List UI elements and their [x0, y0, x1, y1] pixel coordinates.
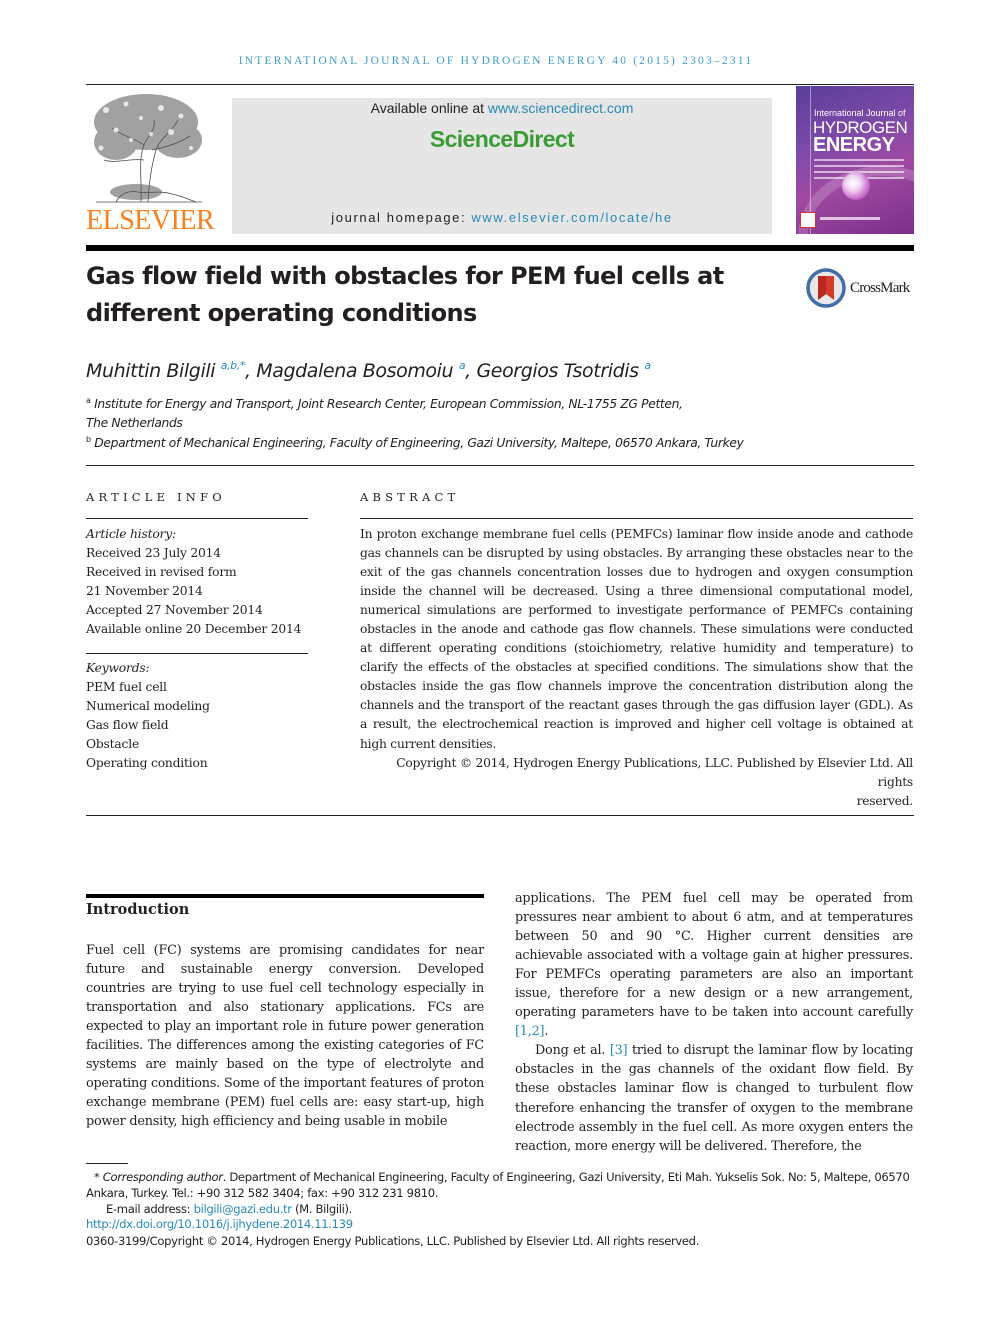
keyword[interactable]: Gas flow field — [86, 716, 308, 735]
sciencedirect-link[interactable]: www.sciencedirect.com — [488, 100, 634, 116]
article-info-rule — [86, 518, 308, 519]
doi-note: http://dx.doi.org/10.1016/j.ijhydene.201… — [86, 1216, 914, 1232]
keyword[interactable]: Obstacle — [86, 735, 308, 754]
header-rule — [86, 245, 914, 251]
article-history-label: Article history: — [86, 527, 176, 541]
top-rule — [86, 84, 914, 85]
corresponding-author-note: * Corresponding author. Department of Me… — [86, 1170, 910, 1200]
cover-sciencedirect-mark — [820, 217, 880, 220]
cover-title-line3: ENERGY — [813, 134, 895, 156]
affiliation-rule — [86, 465, 914, 466]
introduction-rule — [86, 894, 484, 898]
keyword[interactable]: Numerical modeling — [86, 697, 308, 716]
available-online: Available online at www.sciencedirect.co… — [370, 100, 634, 116]
crossmark-button[interactable]: CrossMark — [806, 268, 916, 310]
history-item: Received 23 July 2014 — [86, 546, 221, 560]
cover-title-line1: International Journal of — [814, 108, 906, 118]
article-history: Article history: Received 23 July 2014 R… — [86, 525, 308, 639]
introduction-left-column: Fuel cell (FC) systems are promising can… — [86, 943, 484, 1130]
history-item: 21 November 2014 — [86, 584, 203, 598]
elsevier-tree-icon — [94, 94, 202, 203]
introduction-heading: Introduction — [86, 901, 190, 918]
journal-homepage-link[interactable]: www.elsevier.com/locate/he — [471, 210, 672, 225]
keyword[interactable]: PEM fuel cell — [86, 678, 308, 697]
citation-link[interactable]: [1,2] — [515, 1024, 545, 1039]
history-item: Received in revised form — [86, 565, 237, 579]
sciencedirect-brand[interactable]: ScienceDirect — [232, 126, 772, 153]
citation-link[interactable]: [3] — [610, 1043, 628, 1058]
cover-badge-icon — [800, 212, 816, 228]
introduction-right-column: applications. The PEM fuel cell may be o… — [515, 889, 913, 1156]
journal-cover[interactable]: International Journal of HYDROGEN ENERGY — [796, 86, 914, 234]
cover-orb — [842, 172, 870, 200]
crossmark-label: CrossMark — [850, 280, 910, 296]
email-note: E-mail address: bilgili@gazi.edu.tr (M. … — [106, 1202, 352, 1216]
paragraph: applications. The PEM fuel cell may be o… — [515, 891, 913, 1040]
affiliation-a: a Institute for Energy and Transport, Jo… — [86, 396, 683, 411]
email-link[interactable]: bilgili@gazi.edu.tr — [194, 1202, 292, 1216]
elsevier-wordmark: ELSEVIER — [86, 205, 215, 236]
keywords-label: Keywords: — [86, 661, 150, 675]
article-title: Gas flow field with obstacles for PEM fu… — [86, 262, 724, 327]
running-head: INTERNATIONAL JOURNAL OF HYDROGEN ENERGY… — [238, 55, 754, 67]
abstract-copyright: Copyright © 2014, Hydrogen Energy Public… — [396, 756, 913, 809]
issn-copyright: 0360-3199/Copyright © 2014, Hydrogen Ene… — [86, 1234, 700, 1248]
elsevier-logo[interactable]: ELSEVIER — [86, 90, 215, 236]
keywords: Keywords: PEM fuel cell Numerical modeli… — [86, 659, 308, 773]
abstract-heading: ABSTRACT — [360, 490, 460, 504]
author[interactable]: Magdalena Bosomoiu a — [256, 359, 465, 382]
journal-homepage: journal homepage: www.elsevier.com/locat… — [331, 210, 673, 225]
article-info-heading: ARTICLE INFO — [86, 490, 226, 504]
author[interactable]: Georgios Tsotridis a — [476, 359, 651, 382]
paragraph: Dong et al. [3] tried to disrupt the lam… — [515, 1043, 913, 1154]
author[interactable]: Muhittin Bilgili a,b,* — [86, 359, 245, 382]
doi-link[interactable]: http://dx.doi.org/10.1016/j.ijhydene.201… — [86, 1217, 353, 1231]
affiliation-a-continued: The Netherlands — [86, 416, 183, 430]
affiliation-b: b Department of Mechanical Engineering, … — [86, 435, 744, 450]
abstract-rule — [360, 518, 913, 519]
keywords-rule — [86, 653, 308, 654]
crossmark-icon — [806, 268, 846, 308]
abstract-body: In proton exchange membrane fuel cells (… — [360, 527, 913, 751]
front-matter-rule — [86, 815, 914, 816]
footnote-rule — [86, 1163, 128, 1164]
sciencedirect-header: Available online at www.sciencedirect.co… — [232, 98, 772, 234]
history-item: Accepted 27 November 2014 — [86, 603, 263, 617]
keyword[interactable]: Operating condition — [86, 754, 308, 773]
author-list: Muhittin Bilgili a,b,*, Magdalena Bosomo… — [86, 359, 651, 382]
history-item: Available online 20 December 2014 — [86, 622, 302, 636]
